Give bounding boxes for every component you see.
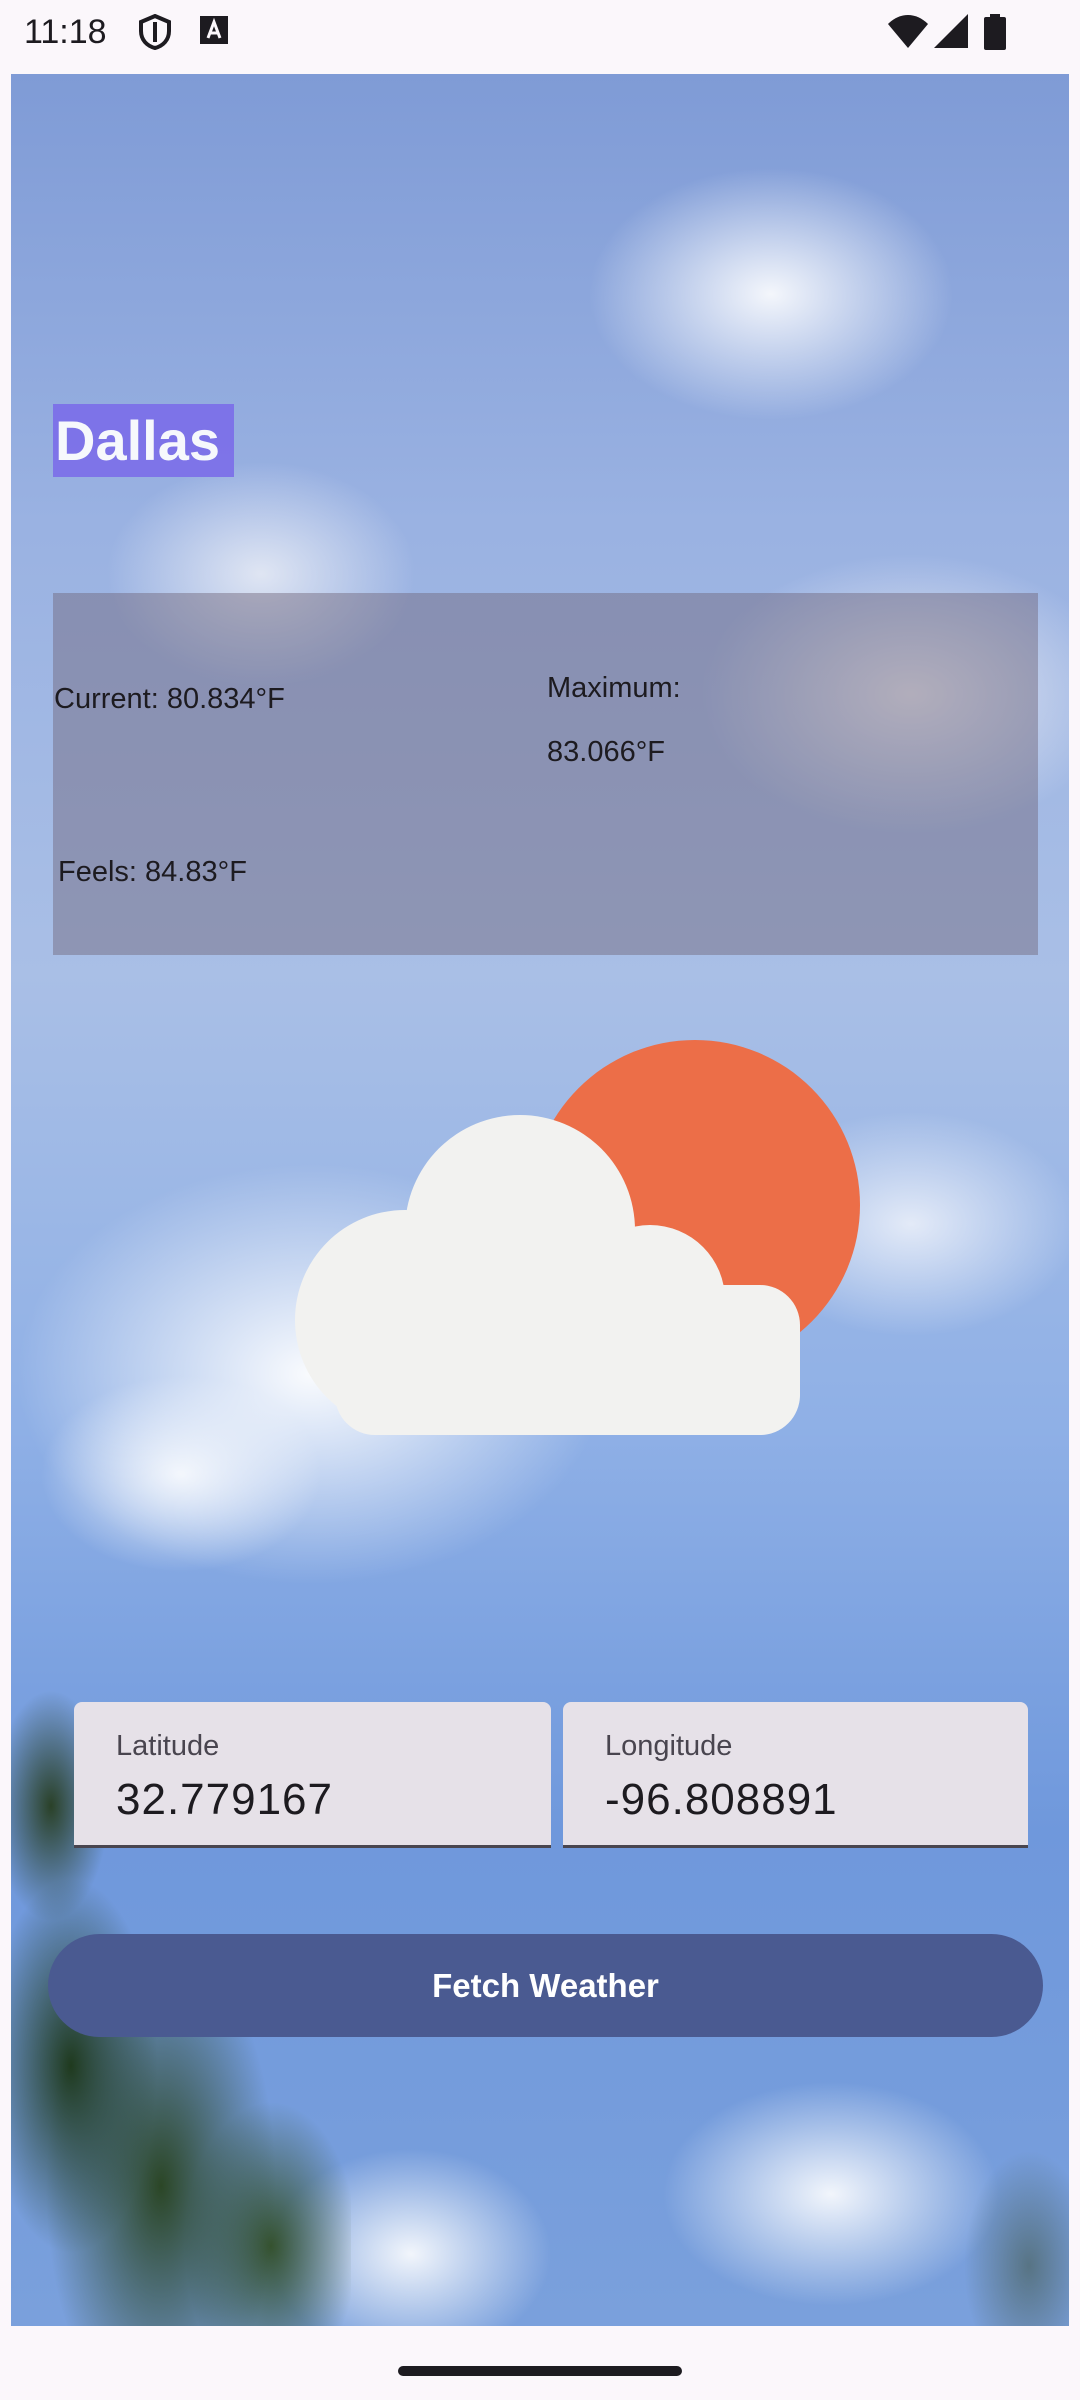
maximum-value: 83.066°F <box>547 736 666 768</box>
battery-icon <box>984 14 1006 50</box>
maximum-temperature: Maximum: 83.066°F <box>547 656 747 784</box>
current-temperature: Current: 80.834°F <box>54 683 285 715</box>
latitude-label: Latitude <box>116 1730 220 1762</box>
signal-icon <box>934 14 968 48</box>
longitude-label: Longitude <box>605 1730 733 1762</box>
status-time: 11:18 <box>24 13 107 51</box>
trees-right <box>909 2026 1069 2326</box>
partly-cloudy-icon <box>295 1040 860 1435</box>
wifi-icon <box>888 15 928 48</box>
longitude-field[interactable]: Longitude -96.808891 <box>563 1702 1028 1848</box>
trees-left <box>11 1426 351 2326</box>
latitude-field[interactable]: Latitude 32.779167 <box>74 1702 551 1848</box>
maximum-label: Maximum: <box>547 672 681 704</box>
weather-info-panel: Current: 80.834°F Maximum: 83.066°F Feel… <box>53 593 1038 955</box>
feels-like-temperature: Feels: 84.83°F <box>58 856 247 888</box>
latitude-input[interactable]: 32.779167 <box>116 1772 333 1828</box>
keyboard-a-icon <box>200 16 228 44</box>
fetch-weather-button[interactable]: Fetch Weather <box>48 1934 1043 2037</box>
gesture-nav-handle[interactable] <box>398 2366 682 2376</box>
city-name: Dallas <box>53 404 234 477</box>
status-bar: 11:18 <box>0 0 1080 68</box>
shield-icon <box>139 14 171 50</box>
longitude-input[interactable]: -96.808891 <box>605 1772 838 1828</box>
